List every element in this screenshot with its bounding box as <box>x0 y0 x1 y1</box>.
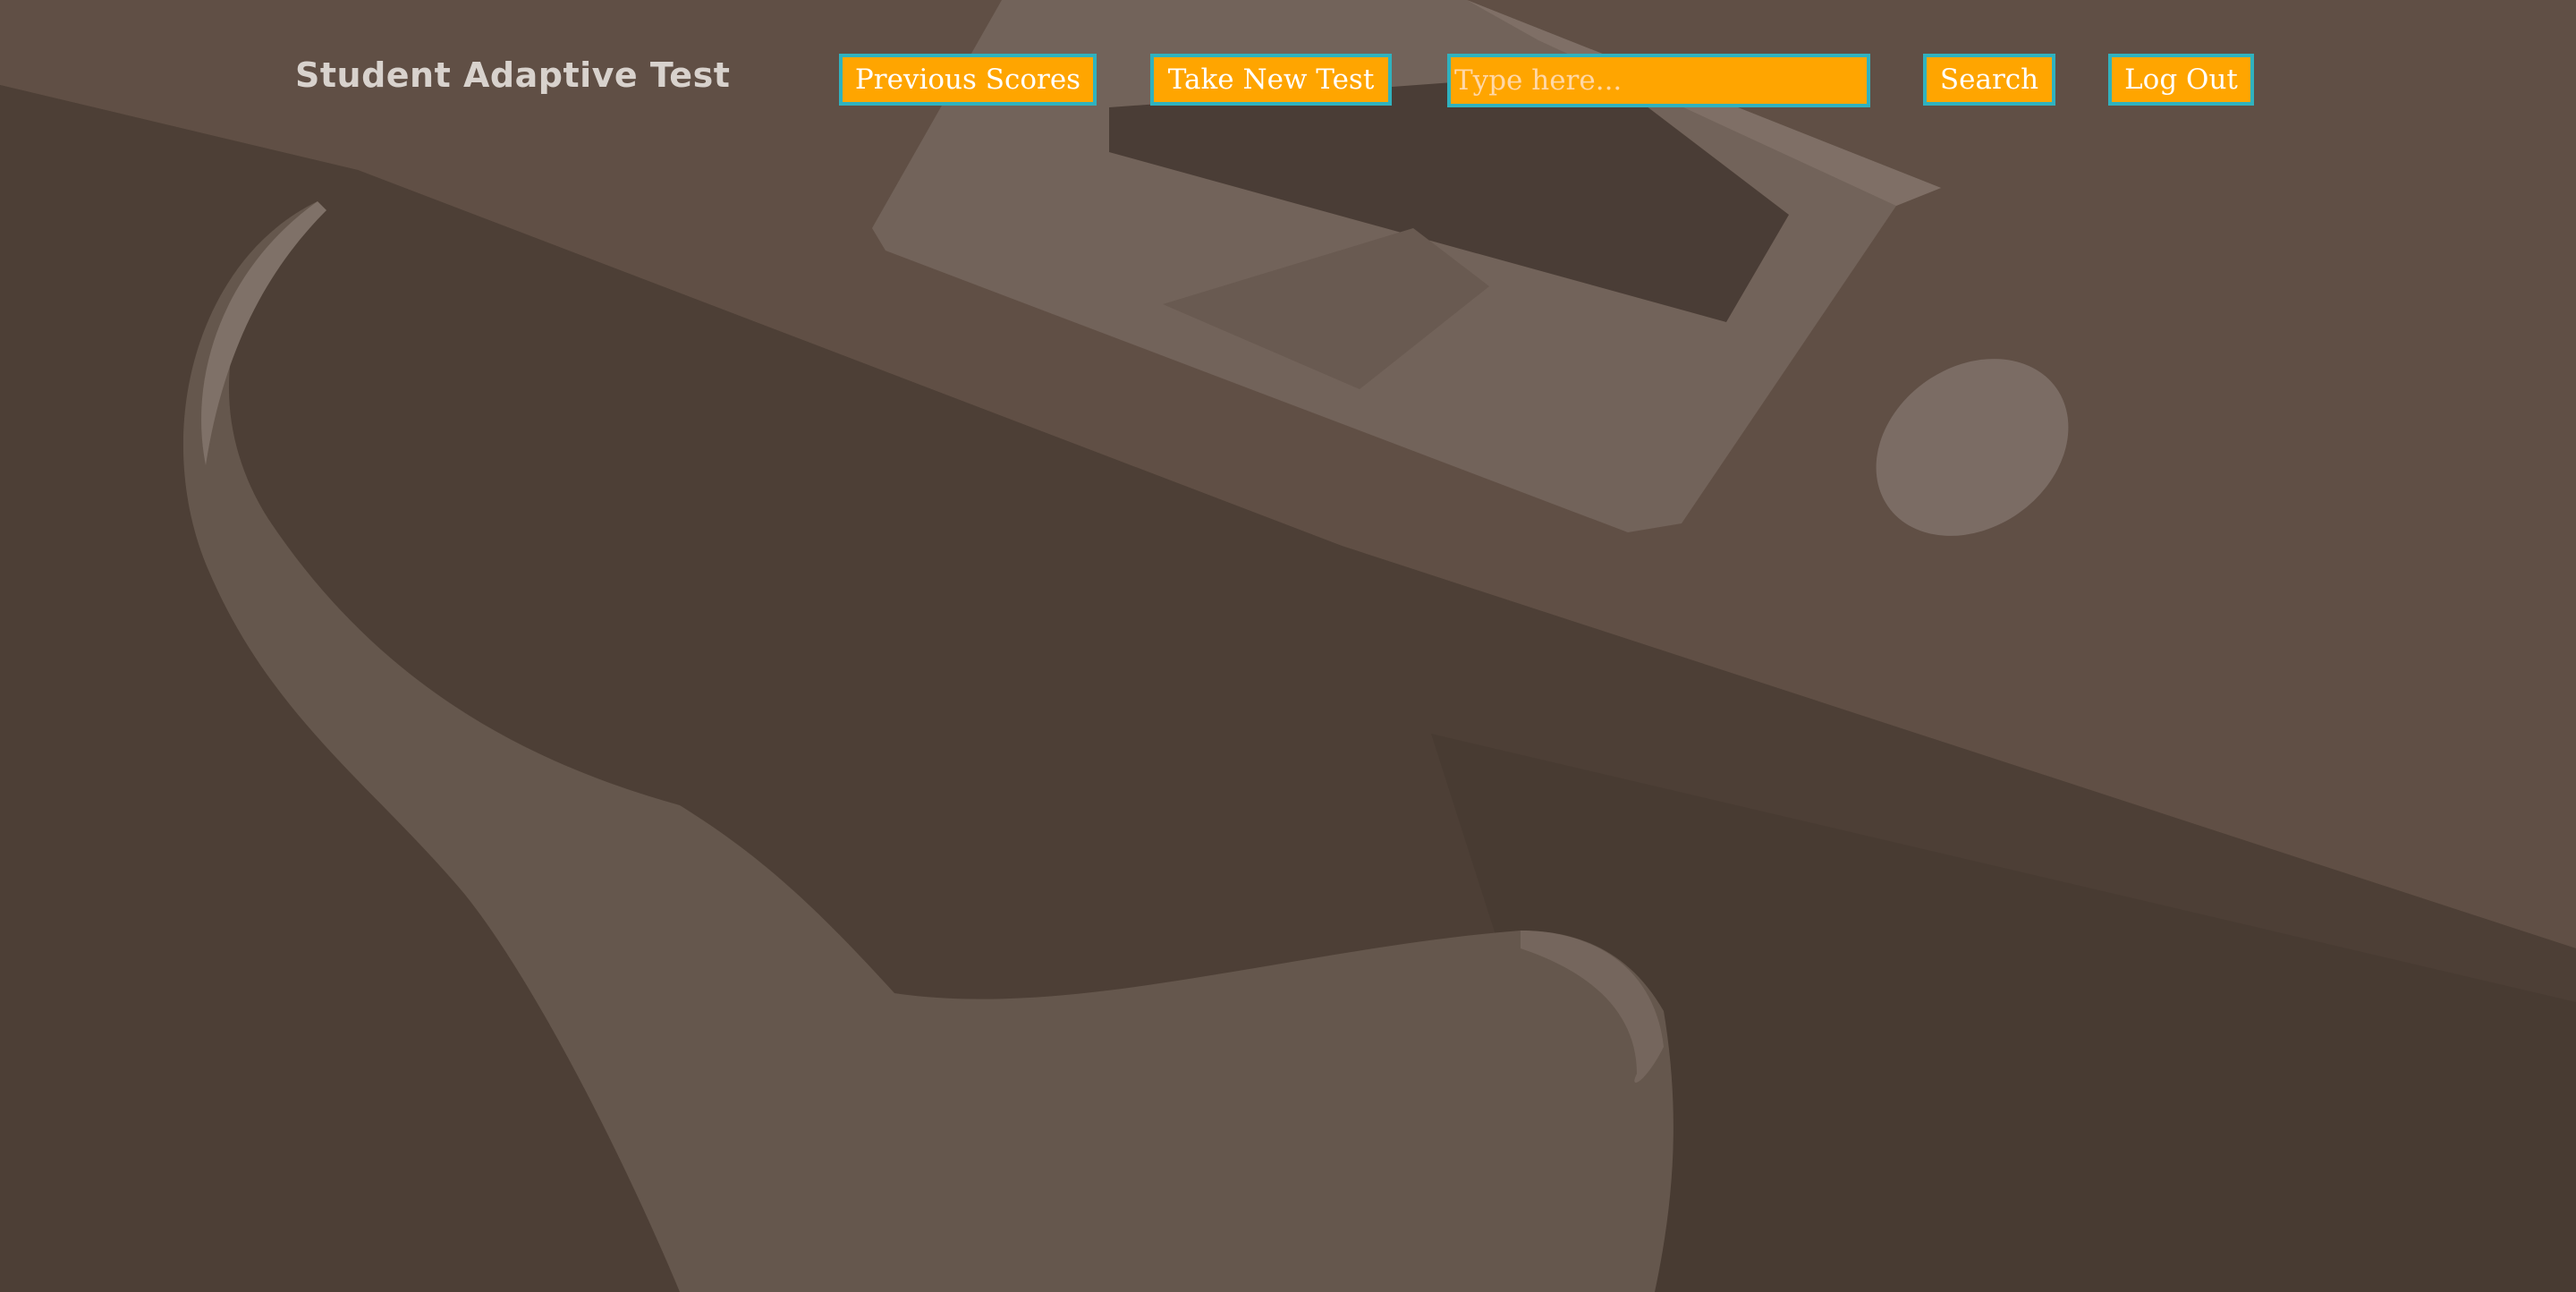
take-new-test-button[interactable]: Take New Test <box>1150 54 1392 106</box>
background-photo <box>0 0 2576 1292</box>
page: Student Adaptive Test Previous Scores Ta… <box>0 0 2576 1292</box>
search-button[interactable]: Search <box>1923 54 2055 106</box>
log-out-button[interactable]: Log Out <box>2108 54 2254 106</box>
brand-title: Student Adaptive Test <box>295 55 731 95</box>
previous-scores-button[interactable]: Previous Scores <box>839 54 1097 106</box>
search-input[interactable] <box>1447 54 1870 107</box>
navbar: Student Adaptive Test Previous Scores Ta… <box>0 0 2576 161</box>
